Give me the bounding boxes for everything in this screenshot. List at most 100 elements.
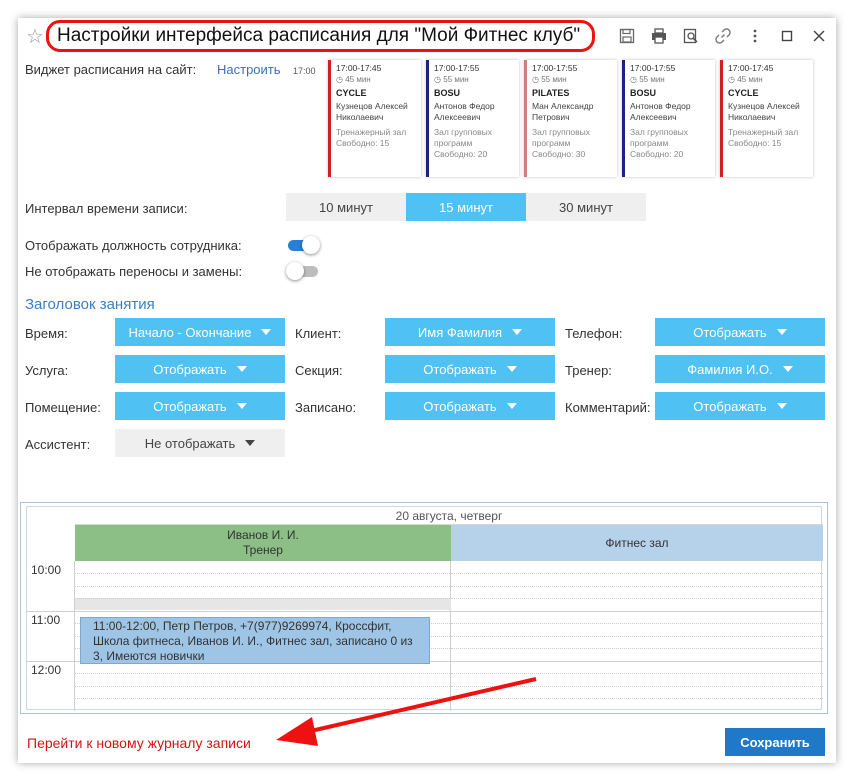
widget-class-card: 17:00-17:45 ◷ 45 мин CYCLE Кузнецов Алексей… — [720, 60, 813, 177]
chevron-down-icon — [776, 403, 787, 409]
card-room: Зал групповых программ — [434, 127, 492, 148]
interval-option[interactable]: 10 минут — [286, 193, 406, 221]
card-class-name: CYCLE — [728, 88, 759, 98]
card-coach: Кузнецов Алексей Николаевич — [728, 101, 800, 122]
section-value: Отображать — [423, 361, 497, 377]
slot-divider — [75, 698, 450, 699]
title-bar-actions — [616, 26, 830, 46]
room-column-slots[interactable] — [451, 561, 823, 711]
card-duration: ◷ 55 мин — [434, 74, 519, 85]
card-duration: ◷ 55 мин — [532, 74, 617, 85]
settings-window: ☆ Настройки интерфейса расписания для "М… — [18, 18, 836, 763]
show-position-toggle[interactable] — [286, 236, 320, 254]
slot-divider — [451, 648, 823, 649]
widget-preview-cards: 17:00-17:45 ◷ 45 мин CYCLE Кузнецов Алексей… — [328, 60, 813, 177]
phone-format-dropdown[interactable]: Отображать — [655, 318, 825, 346]
card-coach: Антонов Федор Алексеевич — [434, 101, 495, 122]
trainer-name: Иванов И. И. — [227, 528, 299, 542]
room-dropdown[interactable]: Отображать — [115, 392, 285, 420]
card-time: 17:00-17:45 — [728, 63, 774, 73]
close-icon[interactable] — [808, 26, 830, 46]
slot-divider — [451, 636, 823, 637]
trainer-format-dropdown[interactable]: Фамилия И.О. — [655, 355, 825, 383]
widget-class-card: 17:00-17:45 ◷ 45 мин CYCLE Кузнецов Алексей… — [328, 60, 421, 177]
chevron-down-icon — [506, 366, 517, 372]
hour-divider — [451, 611, 823, 612]
clock-icon: ◷ — [630, 75, 640, 84]
service-value: Отображать — [153, 361, 227, 377]
maximize-icon[interactable] — [776, 26, 798, 46]
chevron-down-icon — [512, 329, 523, 335]
card-time: 17:00-17:55 — [434, 63, 480, 73]
card-duration-value: 45 мин — [345, 75, 371, 84]
slot-divider — [75, 573, 450, 574]
booked-dropdown[interactable]: Отображать — [385, 392, 555, 420]
slot-divider — [451, 598, 823, 599]
section-dropdown[interactable]: Отображать — [385, 355, 555, 383]
card-duration: ◷ 45 мин — [728, 74, 813, 85]
hour-label: 12:00 — [31, 663, 62, 677]
title-bar: ☆ Настройки интерфейса расписания для "М… — [18, 18, 836, 54]
card-free-places: Свободно: 20 — [630, 149, 684, 159]
time-axis: 10:00 11:00 12:00 — [27, 561, 75, 711]
client-format-dropdown[interactable]: Имя Фамилия — [385, 318, 555, 346]
slot-divider — [451, 686, 823, 687]
clock-icon: ◷ — [728, 75, 738, 84]
card-free-places: Свободно: 30 — [532, 149, 586, 159]
chevron-down-icon — [245, 440, 256, 446]
lesson-header-section-title: Заголовок занятия — [25, 296, 155, 313]
clock-icon: ◷ — [336, 75, 346, 84]
card-free-places: Свободно: 15 — [728, 138, 782, 148]
preview-search-icon[interactable] — [680, 26, 702, 46]
hour-divider — [75, 611, 450, 612]
save-button[interactable]: Сохранить — [725, 728, 825, 756]
comment-dropdown[interactable]: Отображать — [655, 392, 825, 420]
chevron-down-icon — [782, 366, 793, 372]
schedule-event[interactable]: 11:00-12:00, Петр Петров, +7(977)9269974… — [80, 617, 430, 664]
booked-value: Отображать — [423, 398, 497, 414]
hide-transfers-label: Не отображать переносы и замены: — [25, 264, 243, 279]
configure-widget-link[interactable]: Настроить — [217, 62, 281, 77]
schedule-preview: 20 августа, четверг Иванов И. И. Тренер … — [20, 502, 828, 714]
clock-icon: ◷ — [532, 75, 542, 84]
widget-time-marker: 17:00 — [293, 66, 316, 76]
card-time: 17:00-17:55 — [532, 63, 578, 73]
room-field-label: Помещение: — [25, 400, 101, 415]
section-field-label: Секция: — [295, 363, 343, 378]
link-icon[interactable] — [712, 26, 734, 46]
assistant-dropdown[interactable]: Не отображать — [115, 429, 285, 457]
card-time: 17:00-17:55 — [630, 63, 676, 73]
card-class-name: BOSU — [630, 88, 657, 98]
card-duration-value: 55 мин — [639, 75, 665, 84]
favorite-star-icon[interactable]: ☆ — [26, 24, 44, 49]
time-format-value: Начало - Окончание — [128, 324, 252, 340]
service-field-label: Услуга: — [25, 363, 69, 378]
comment-field-label: Комментарий: — [565, 400, 651, 415]
hour-label: 11:00 — [31, 613, 61, 627]
widget-class-card: 17:00-17:55 ◷ 55 мин BOSU Антонов Федор Але… — [426, 60, 519, 177]
time-field-label: Время: — [25, 326, 68, 341]
new-journal-link[interactable]: Перейти к новому журналу записи — [27, 735, 251, 751]
service-dropdown[interactable]: Отображать — [115, 355, 285, 383]
slot-divider — [75, 673, 450, 674]
card-duration-value: 55 мин — [541, 75, 567, 84]
card-class-name: BOSU — [434, 88, 461, 98]
hide-transfers-toggle[interactable] — [286, 262, 320, 280]
trainer-role: Тренер — [243, 543, 283, 557]
widget-class-card: 17:00-17:55 ◷ 55 мин BOSU Антонов Федор Але… — [622, 60, 715, 177]
schedule-grid: 20 августа, четверг Иванов И. И. Тренер … — [26, 506, 823, 711]
card-free-places: Свободно: 15 — [336, 138, 390, 148]
interval-option[interactable]: 30 минут — [526, 193, 646, 221]
more-menu-icon[interactable] — [744, 26, 766, 46]
window-title: Настройки интерфейса расписания для "Мой… — [57, 25, 581, 46]
card-duration: ◷ 45 мин — [336, 74, 421, 85]
print-icon[interactable] — [648, 26, 670, 46]
interval-option[interactable]: 15 минут — [406, 193, 526, 221]
save-floppy-icon[interactable] — [616, 26, 638, 46]
booked-field-label: Записано: — [295, 400, 357, 415]
chevron-down-icon — [776, 329, 787, 335]
client-field-label: Клиент: — [295, 326, 342, 341]
slot-divider — [451, 698, 823, 699]
hour-divider — [27, 611, 74, 612]
time-format-dropdown[interactable]: Начало - Окончание — [115, 318, 285, 346]
